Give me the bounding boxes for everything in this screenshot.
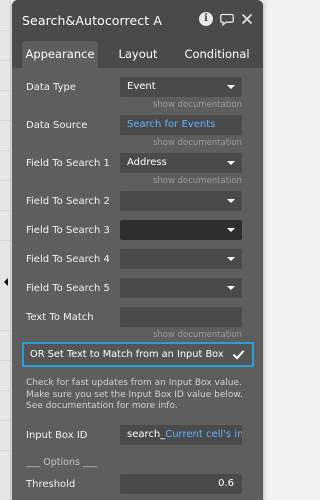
checkmark-icon (233, 350, 244, 360)
canvas-divider (0, 150, 11, 151)
threshold-input[interactable]: 0.6 (120, 474, 242, 494)
text-to-match-label: Text To Match (26, 312, 94, 323)
canvas-divider (0, 30, 11, 31)
data-type-label: Data Type (26, 82, 77, 93)
input-box-help-text: Check for fast updates from an Input Box… (26, 378, 243, 411)
data-source-field[interactable]: Search for Events (120, 115, 242, 135)
chevron-down-icon (227, 199, 235, 203)
close-icon[interactable] (241, 13, 253, 25)
field-to-search-1-label: Field To Search 1 (26, 158, 110, 169)
tab-appearance[interactable]: Appearance (22, 41, 98, 68)
collapse-arrow-icon[interactable] (4, 278, 8, 286)
chevron-down-icon (227, 85, 235, 89)
property-editor-panel: Search&Autocorrect A i Appearance Layout… (12, 0, 263, 500)
field-to-search-2-label: Field To Search 2 (26, 196, 110, 207)
or-set-text-from-input-checkbox[interactable]: OR Set Text to Match from an Input Box (22, 342, 254, 367)
show-documentation-link[interactable]: show documentation (153, 138, 242, 148)
field-to-search-5-label: Field To Search 5 (26, 283, 110, 294)
show-documentation-link[interactable]: show documentation (153, 100, 242, 110)
canvas-divider (0, 120, 11, 121)
field-to-search-4-label: Field To Search 4 (26, 254, 110, 265)
canvas-divider (0, 330, 11, 331)
comment-icon[interactable] (220, 13, 234, 26)
tab-conditional[interactable]: Conditional (177, 41, 257, 68)
appearance-content: Data Type Event show documentation Data … (12, 68, 263, 500)
data-type-dropdown[interactable]: Event (120, 77, 242, 97)
chevron-down-icon (227, 161, 235, 165)
tab-layout[interactable]: Layout (109, 41, 167, 68)
canvas-divider (0, 60, 11, 61)
show-documentation-link[interactable]: show documentation (153, 176, 242, 186)
text-to-match-input[interactable] (120, 307, 242, 327)
data-source-label: Data Source (26, 120, 88, 131)
data-type-value: Event (127, 81, 156, 92)
input-box-id-label: Input Box ID (26, 430, 88, 441)
canvas-divider (0, 390, 11, 391)
field-to-search-5-dropdown[interactable] (120, 278, 242, 298)
threshold-label: Threshold (26, 479, 76, 490)
canvas-divider (0, 180, 11, 181)
canvas-divider (0, 450, 11, 451)
field-to-search-2-dropdown[interactable] (120, 191, 242, 211)
chevron-down-icon (227, 257, 235, 261)
options-section-header: ___ Options ___ (26, 457, 98, 468)
dynamic-expression[interactable]: Current cell's index (165, 429, 242, 440)
panel-titlebar[interactable]: Search&Autocorrect A i (12, 0, 263, 38)
canvas-divider (0, 360, 11, 361)
input-box-id-prefix: search_ (127, 429, 166, 440)
or-set-text-label: OR Set Text to Match from an Input Box (30, 349, 224, 360)
info-icon[interactable]: i (199, 12, 213, 26)
canvas-background-strip (0, 0, 11, 500)
field-to-search-4-dropdown[interactable] (120, 249, 242, 269)
canvas-divider (0, 240, 11, 241)
show-documentation-link[interactable]: show documentation (153, 330, 242, 340)
field-to-search-3-dropdown[interactable] (120, 220, 242, 240)
field-to-search-1-value: Address (127, 157, 167, 168)
field-to-search-3-label: Field To Search 3 (26, 225, 110, 236)
canvas-divider (0, 210, 11, 211)
canvas-divider (0, 420, 11, 421)
tab-bar: Appearance Layout Conditional (12, 38, 263, 68)
field-to-search-1-dropdown[interactable]: Address (120, 153, 242, 173)
titlebar-icons: i (199, 12, 253, 26)
chevron-down-icon (227, 228, 235, 232)
chevron-down-icon (227, 286, 235, 290)
canvas-right-edge (263, 0, 267, 500)
panel-title: Search&Autocorrect A (22, 13, 163, 28)
input-box-id-field[interactable]: search_Current cell's index (120, 425, 242, 445)
canvas-divider (0, 90, 11, 91)
